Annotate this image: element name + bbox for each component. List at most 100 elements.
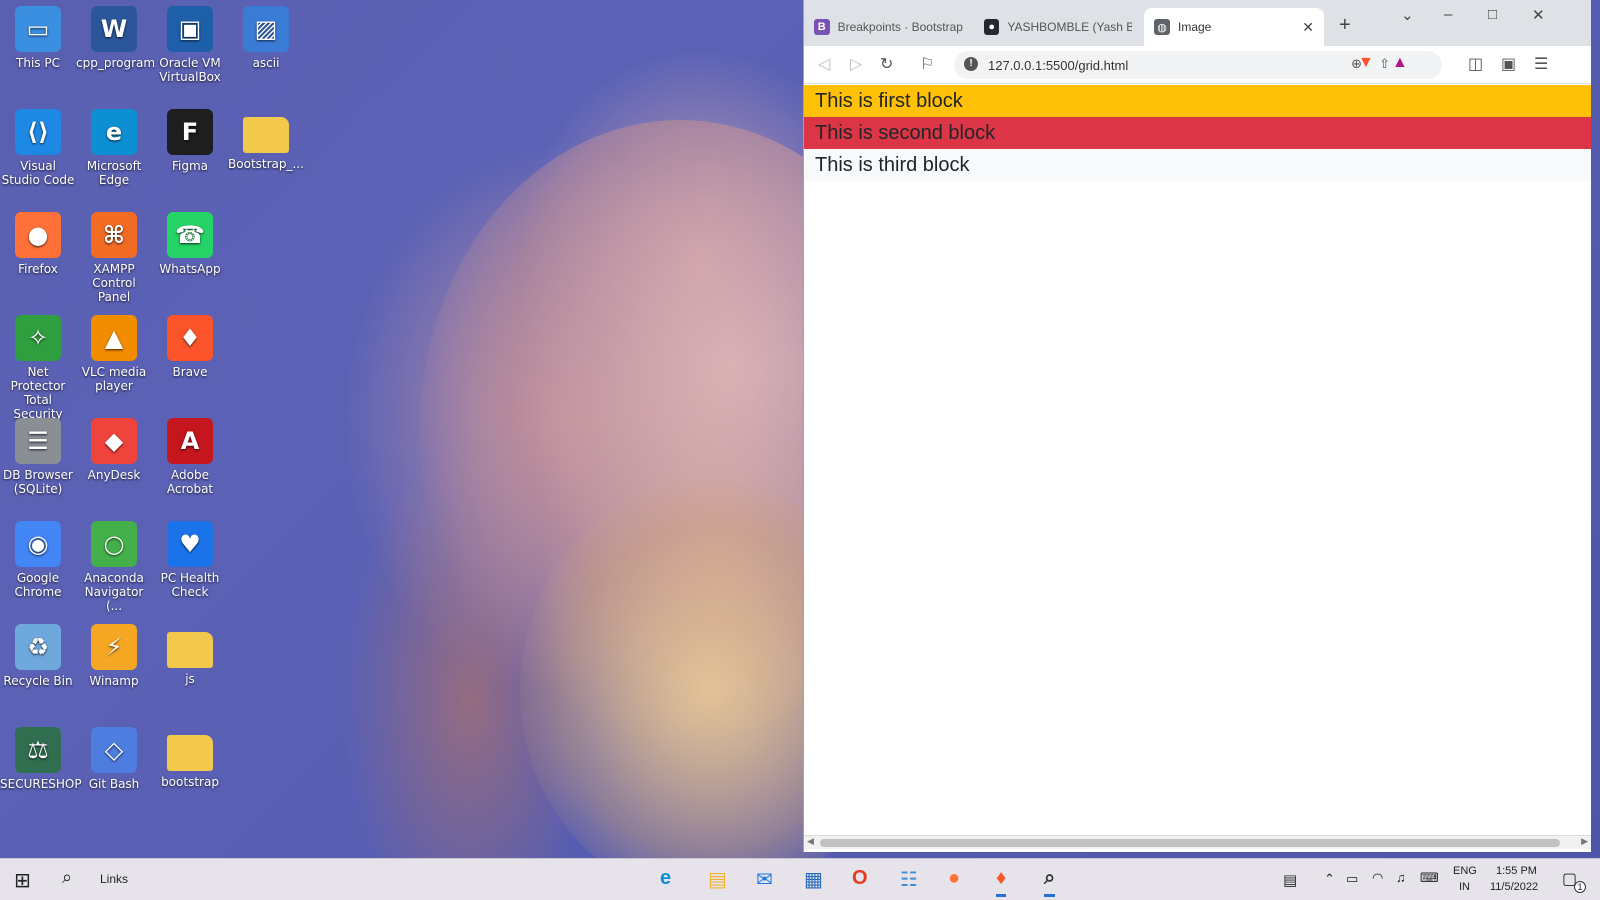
reload-button[interactable]: ↻ <box>880 54 893 74</box>
keyboard-icon[interactable]: ⌨ <box>1420 870 1439 886</box>
desktop-icon-this-pc[interactable]: ▭ This PC <box>0 0 76 70</box>
tab-label: YASHBOMBLE (Yash Bom <box>1007 20 1132 34</box>
desktop-icon-anaconda-navigator[interactable]: ○ Anaconda Navigator (... <box>76 515 152 613</box>
bookmark-icon[interactable]: ⚐ <box>920 54 934 74</box>
git-bash-icon: ◇ <box>91 727 137 773</box>
desktop-icon-bootstrap[interactable]: Bootstrap_... <box>228 103 304 171</box>
taskbar-firefox-icon[interactable]: ● <box>948 867 960 890</box>
new-tab-button[interactable]: + <box>1339 14 1351 37</box>
taskbar-brave-icon[interactable]: ♦ <box>996 867 1007 897</box>
desktop-icon-anydesk[interactable]: ◆ AnyDesk <box>76 412 152 482</box>
desktop-icon-microsoft-edge[interactable]: e Microsoft Edge <box>76 103 152 187</box>
desktop-icon-google-chrome[interactable]: ◉ Google Chrome <box>0 515 76 599</box>
desktop-icon-label: PC Health Check <box>160 571 220 599</box>
winamp-icon: ⚡ <box>91 624 137 670</box>
figma-icon: F <box>167 109 213 155</box>
desktop-icon-label: ascii <box>252 56 280 70</box>
wallet-icon[interactable]: ▣ <box>1501 54 1516 74</box>
start-button[interactable]: ⊞ <box>14 868 31 893</box>
desktop-icon-js[interactable]: js <box>152 618 228 686</box>
tab-image[interactable]: ◍ Image ✕ <box>1144 8 1324 46</box>
site-info-icon[interactable]: ! <box>964 57 978 71</box>
tab-label: Breakpoints · Bootstrap v5 <box>837 20 964 34</box>
taskbar-store-icon[interactable]: ▦ <box>804 867 823 892</box>
region-indicator[interactable]: IN <box>1459 881 1470 893</box>
desktop-icon-label: Firefox <box>18 262 58 276</box>
show-hidden-icons-icon[interactable]: ⌃ <box>1324 871 1335 887</box>
desktop-icon-firefox[interactable]: ● Firefox <box>0 206 76 276</box>
desktop-icon-label: This PC <box>16 56 60 70</box>
desktop-icon-visual-studio-code[interactable]: ⟨⟩ Visual Studio Code <box>0 103 76 187</box>
first-block: This is first block <box>804 85 1591 117</box>
desktop-icon-label: cpp_program <box>76 56 156 70</box>
desktop-icon-secureshop[interactable]: ⚖ SECURESHOP <box>0 721 82 791</box>
desktop-icon-net-protector-total-security[interactable]: ✧ Net Protector Total Security <box>0 309 76 421</box>
desktop-icon-figma[interactable]: F Figma <box>152 103 228 173</box>
globe-favicon-icon: ◍ <box>1154 19 1170 35</box>
wifi-icon[interactable]: ◠ <box>1372 870 1383 886</box>
forward-button[interactable]: ▷ <box>850 54 862 74</box>
desktop-icon-pc-health-check[interactable]: ♥ PC Health Check <box>152 515 228 599</box>
browser-toolbar: ◁ ▷ ↻ ⚐ ! 127.0.0.1:5500/grid.html ⊕ ⇧ ▼… <box>804 46 1591 84</box>
desktop-icon-git-bash[interactable]: ◇ Git Bash <box>76 721 152 791</box>
taskbar-mail-icon[interactable]: ✉ <box>756 867 773 892</box>
desktop-icon-winamp[interactable]: ⚡ Winamp <box>76 618 152 688</box>
search-label[interactable]: Links <box>100 872 128 886</box>
desktop-icon-cpp-program[interactable]: Wcpp_program <box>76 0 156 70</box>
desktop-icon-label: DB Browser (SQLite) <box>3 468 73 496</box>
tab-search-icon[interactable]: ⌄ <box>1401 6 1414 24</box>
desktop-icon-label: VLC media player <box>81 365 147 393</box>
edge-icon: e <box>91 109 137 155</box>
tab-strip: B Breakpoints · Bootstrap v5 ● YASHBOMBL… <box>804 0 1591 46</box>
brave-shields-icon[interactable]: ▼ <box>1358 54 1374 72</box>
desktop-icon-db-browser-sqlite[interactable]: ☰ DB Browser (SQLite) <box>0 412 76 496</box>
scroll-right-icon[interactable]: ▶ <box>1581 836 1588 847</box>
taskbar-office-icon[interactable]: O <box>852 867 868 890</box>
taskbar-edge-icon[interactable]: e <box>660 867 671 890</box>
url-text: 127.0.0.1:5500/grid.html <box>988 57 1129 73</box>
taskbar-file-explorer-icon[interactable]: ▤ <box>708 867 727 892</box>
anaconda-icon: ○ <box>91 521 137 567</box>
scroll-left-icon[interactable]: ◀ <box>807 836 814 847</box>
desktop-icon-oracle-vm-virtualbox[interactable]: ▣ Oracle VM VirtualBox <box>152 0 228 84</box>
desktop-icon-label: Oracle VM VirtualBox <box>159 56 221 84</box>
desktop-icon-recycle-bin[interactable]: ♻ Recycle Bin <box>0 618 76 688</box>
whatsapp-icon: ☎ <box>167 212 213 258</box>
desktop-icon-label: Bootstrap_... <box>228 157 304 171</box>
close-tab-icon[interactable]: ✕ <box>1302 19 1314 36</box>
clock-time[interactable]: 1:55 PM <box>1496 865 1537 877</box>
language-indicator[interactable]: ENG <box>1453 865 1477 877</box>
horizontal-scrollbar[interactable]: ◀ ▶ <box>804 835 1591 849</box>
desktop-icon-brave[interactable]: ♦ Brave <box>152 309 228 379</box>
sidebar-icon[interactable]: ◫ <box>1468 54 1483 74</box>
maximize-button[interactable]: □ <box>1488 6 1497 23</box>
brave-rewards-icon[interactable]: ▲ <box>1392 54 1408 72</box>
desktop-icon-whatsapp[interactable]: ☎ WhatsApp <box>152 206 228 276</box>
tab-github[interactable]: ● YASHBOMBLE (Yash Bom <box>974 8 1142 46</box>
desktop-icon-label: Anaconda Navigator (... <box>84 571 144 613</box>
battery-icon: ▭ <box>1346 871 1359 886</box>
scrollbar-thumb[interactable] <box>820 839 1560 847</box>
tab-label: Image <box>1178 20 1212 34</box>
back-button[interactable]: ◁ <box>818 54 830 74</box>
taskbar-control-panel-icon[interactable]: ☷ <box>900 867 918 892</box>
desktop-icon-label: Recycle Bin <box>3 674 73 688</box>
health-check-icon: ♥ <box>167 521 213 567</box>
vlc-icon: ▲ <box>91 315 137 361</box>
close-window-button[interactable]: ✕ <box>1532 6 1545 24</box>
menu-icon[interactable]: ☰ <box>1534 54 1548 74</box>
desktop-icon-xampp-control-panel[interactable]: ⌘ XAMPP Control Panel <box>76 206 152 304</box>
desktop-icon-adobe-acrobat[interactable]: A Adobe Acrobat <box>152 412 228 496</box>
tab-breakpoints[interactable]: B Breakpoints · Bootstrap v5 <box>804 8 974 46</box>
desktop-icon-ascii[interactable]: ▨ ascii <box>228 0 304 70</box>
share-icon[interactable]: ⇧ <box>1379 56 1390 72</box>
desktop-icon-vlc-media-player[interactable]: ▲ VLC media player <box>76 309 152 393</box>
clock-date[interactable]: 11/5/2022 <box>1490 881 1538 893</box>
desktop-icon-label: Adobe Acrobat <box>166 468 214 496</box>
taskbar-magnifier-icon[interactable]: ⌕ <box>1044 867 1056 897</box>
minimize-button[interactable]: – <box>1444 6 1452 23</box>
desktop-icon-bootstrap[interactable]: bootstrap <box>152 721 228 789</box>
volume-icon[interactable]: ♫ <box>1396 870 1406 885</box>
news-widget-icon[interactable]: ▤ <box>1283 871 1297 889</box>
search-icon[interactable]: ⌕ <box>62 867 72 888</box>
